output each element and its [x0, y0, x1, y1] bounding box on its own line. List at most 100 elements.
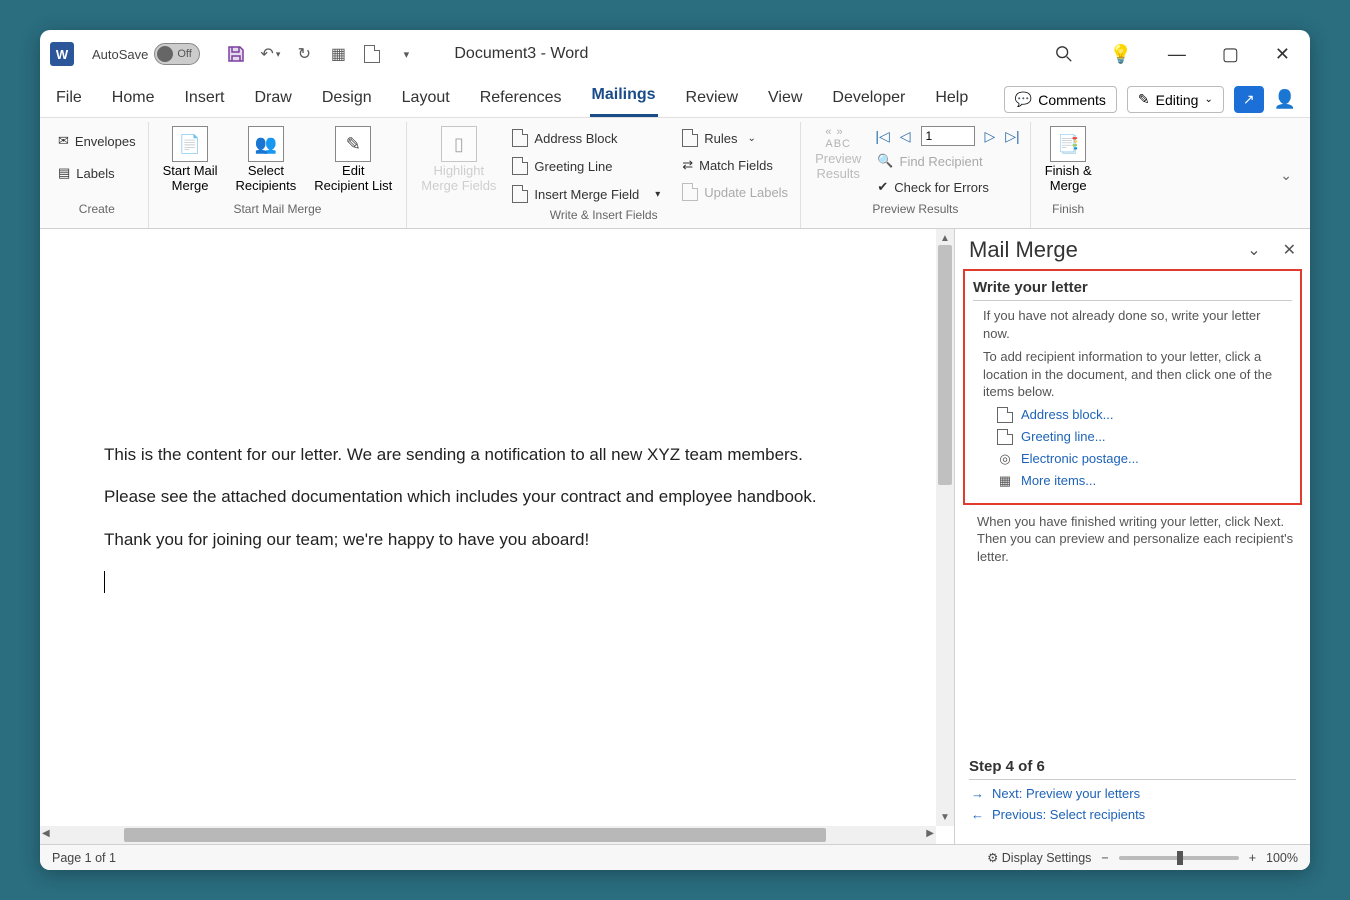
panel-header: Mail Merge ⌄ ✕ — [955, 229, 1310, 269]
qat-doc-icon[interactable] — [362, 44, 382, 64]
comments-button[interactable]: 💬 Comments — [1004, 86, 1117, 113]
previous-step-link[interactable]: ←Previous: Select recipients — [971, 807, 1294, 822]
close-button[interactable]: ✕ — [1275, 44, 1290, 65]
address-block-button[interactable]: Address Block — [510, 126, 662, 150]
arrow-left-icon: ← — [971, 807, 984, 822]
ribbon-collapse-button[interactable]: ⌄ — [1268, 167, 1304, 184]
ribbon: ✉ Envelopes ▤ Labels Create 📄 Start Mail… — [40, 118, 1310, 229]
minimize-button[interactable]: — — [1168, 44, 1186, 65]
select-recipients-button[interactable]: 👥 Select Recipients — [232, 124, 301, 196]
display-settings-button[interactable]: ⚙ Display Settings — [987, 850, 1091, 865]
edit-list-icon: ✎ — [335, 126, 371, 162]
record-number-input[interactable] — [921, 126, 975, 146]
scroll-right-arrow[interactable]: ▶ — [926, 828, 934, 839]
share-icon: ↗ — [1243, 91, 1255, 107]
zoom-slider-knob[interactable] — [1177, 851, 1183, 865]
qat-customize-icon[interactable]: ▾ — [396, 44, 416, 64]
vertical-scroll-thumb[interactable] — [938, 245, 952, 485]
mail-merge-panel: Mail Merge ⌄ ✕ Write your letter If you … — [954, 229, 1310, 844]
vertical-scrollbar[interactable]: ▲ ▼ — [936, 229, 954, 826]
tab-review[interactable]: Review — [684, 83, 740, 117]
tab-design[interactable]: Design — [320, 83, 374, 117]
horizontal-scrollbar[interactable]: ◀ ▶ — [40, 826, 936, 844]
envelopes-button[interactable]: ✉ Envelopes — [56, 130, 138, 152]
tab-view[interactable]: View — [766, 83, 804, 117]
panel-highlighted-section: Write your letter If you have not alread… — [963, 269, 1302, 505]
rules-icon — [682, 129, 698, 147]
editing-mode-button[interactable]: ✎ Editing ⌄ — [1127, 86, 1224, 113]
save-icon[interactable] — [226, 44, 246, 64]
share-button[interactable]: ↗ — [1234, 86, 1264, 113]
tab-mailings[interactable]: Mailings — [590, 80, 658, 117]
text-cursor — [104, 571, 105, 593]
group-finish: 📑 Finish & Merge Finish — [1031, 122, 1106, 228]
doc-icon — [512, 129, 528, 147]
document-viewport[interactable]: This is the content for our letter. We a… — [40, 229, 954, 844]
finish-merge-button[interactable]: 📑 Finish & Merge — [1041, 124, 1096, 196]
prev-record-button[interactable]: ◁ — [900, 128, 911, 145]
match-fields-button[interactable]: ⇄Match Fields — [680, 154, 790, 176]
match-icon: ⇄ — [682, 157, 693, 173]
doc-icon — [512, 185, 528, 203]
zoom-percent[interactable]: 100% — [1266, 851, 1298, 865]
panel-outro: When you have finished writing your lett… — [977, 513, 1294, 566]
start-mail-merge-button[interactable]: 📄 Start Mail Merge — [159, 124, 222, 196]
check-errors-button[interactable]: ✔Check for Errors — [875, 176, 1019, 198]
tab-help[interactable]: Help — [933, 83, 970, 117]
zoom-out-button[interactable]: − — [1101, 851, 1108, 865]
tab-insert[interactable]: Insert — [182, 83, 226, 117]
next-record-button[interactable]: ▷ — [985, 128, 996, 145]
tab-file[interactable]: File — [54, 83, 84, 117]
rules-button[interactable]: Rules⌄ — [680, 126, 790, 150]
letter-paragraph-3: Thank you for joining our team; we're ha… — [104, 524, 880, 556]
labels-button[interactable]: ▤ Labels — [56, 162, 117, 184]
panel-title: Mail Merge — [969, 237, 1078, 263]
horizontal-scroll-thumb[interactable] — [124, 828, 826, 842]
group-label-finish: Finish — [1052, 200, 1084, 220]
tab-home[interactable]: Home — [110, 83, 157, 117]
next-step-link[interactable]: →Next: Preview your letters — [971, 786, 1294, 801]
page-indicator[interactable]: Page 1 of 1 — [52, 851, 116, 865]
address-block-link[interactable]: Address block... — [997, 407, 1292, 423]
first-record-button[interactable]: |◁ — [875, 128, 889, 145]
panel-intro-2: To add recipient information to your let… — [983, 348, 1290, 401]
search-icon: 🔍 — [877, 153, 893, 169]
scroll-down-arrow[interactable]: ▼ — [936, 808, 954, 826]
labels-icon: ▤ — [58, 165, 70, 181]
lightbulb-icon[interactable]: 💡 — [1109, 44, 1131, 65]
search-icon[interactable] — [1055, 45, 1073, 63]
recipients-icon: 👥 — [248, 126, 284, 162]
redo-icon[interactable]: ↻ — [294, 44, 314, 64]
panel-intro-1: If you have not already done so, write y… — [983, 307, 1290, 342]
preview-results-button[interactable]: « »ABC Preview Results — [811, 124, 865, 184]
electronic-postage-link[interactable]: ◎Electronic postage... — [997, 451, 1292, 467]
maximize-button[interactable]: ▢ — [1222, 44, 1239, 65]
more-items-link[interactable]: ▦More items... — [997, 473, 1292, 489]
tab-draw[interactable]: Draw — [252, 83, 293, 117]
panel-dropdown-icon[interactable]: ⌄ — [1247, 240, 1260, 260]
autosave-control[interactable]: AutoSave Off — [92, 43, 200, 65]
insert-merge-field-button[interactable]: Insert Merge Field▾ — [510, 182, 662, 206]
undo-icon[interactable]: ↶ ▾ — [260, 44, 280, 64]
status-bar: Page 1 of 1 ⚙ Display Settings − + 100% — [40, 844, 1310, 870]
group-label-create: Create — [79, 200, 115, 220]
scroll-left-arrow[interactable]: ◀ — [42, 828, 50, 839]
document-page[interactable]: This is the content for our letter. We a… — [40, 229, 934, 648]
edit-recipient-list-button[interactable]: ✎ Edit Recipient List — [310, 124, 396, 196]
account-avatar-icon[interactable]: 👤 — [1274, 89, 1296, 110]
tab-developer[interactable]: Developer — [830, 83, 907, 117]
autosave-toggle[interactable]: Off — [154, 43, 200, 65]
zoom-in-button[interactable]: + — [1249, 851, 1256, 865]
greeting-line-link[interactable]: Greeting line... — [997, 429, 1292, 445]
tab-layout[interactable]: Layout — [400, 83, 452, 117]
finish-icon: 📑 — [1050, 126, 1086, 162]
content-area: This is the content for our letter. We a… — [40, 229, 1310, 844]
panel-close-button[interactable]: ✕ — [1283, 240, 1296, 260]
qat-table-icon[interactable]: ▦ — [328, 44, 348, 64]
greeting-line-button[interactable]: Greeting Line — [510, 154, 662, 178]
group-create: ✉ Envelopes ▤ Labels Create — [46, 122, 149, 228]
tab-references[interactable]: References — [478, 83, 564, 117]
group-write-insert: ▯ Highlight Merge Fields Address Block G… — [407, 122, 801, 228]
zoom-slider[interactable] — [1119, 856, 1239, 860]
last-record-button[interactable]: ▷| — [1005, 128, 1019, 145]
